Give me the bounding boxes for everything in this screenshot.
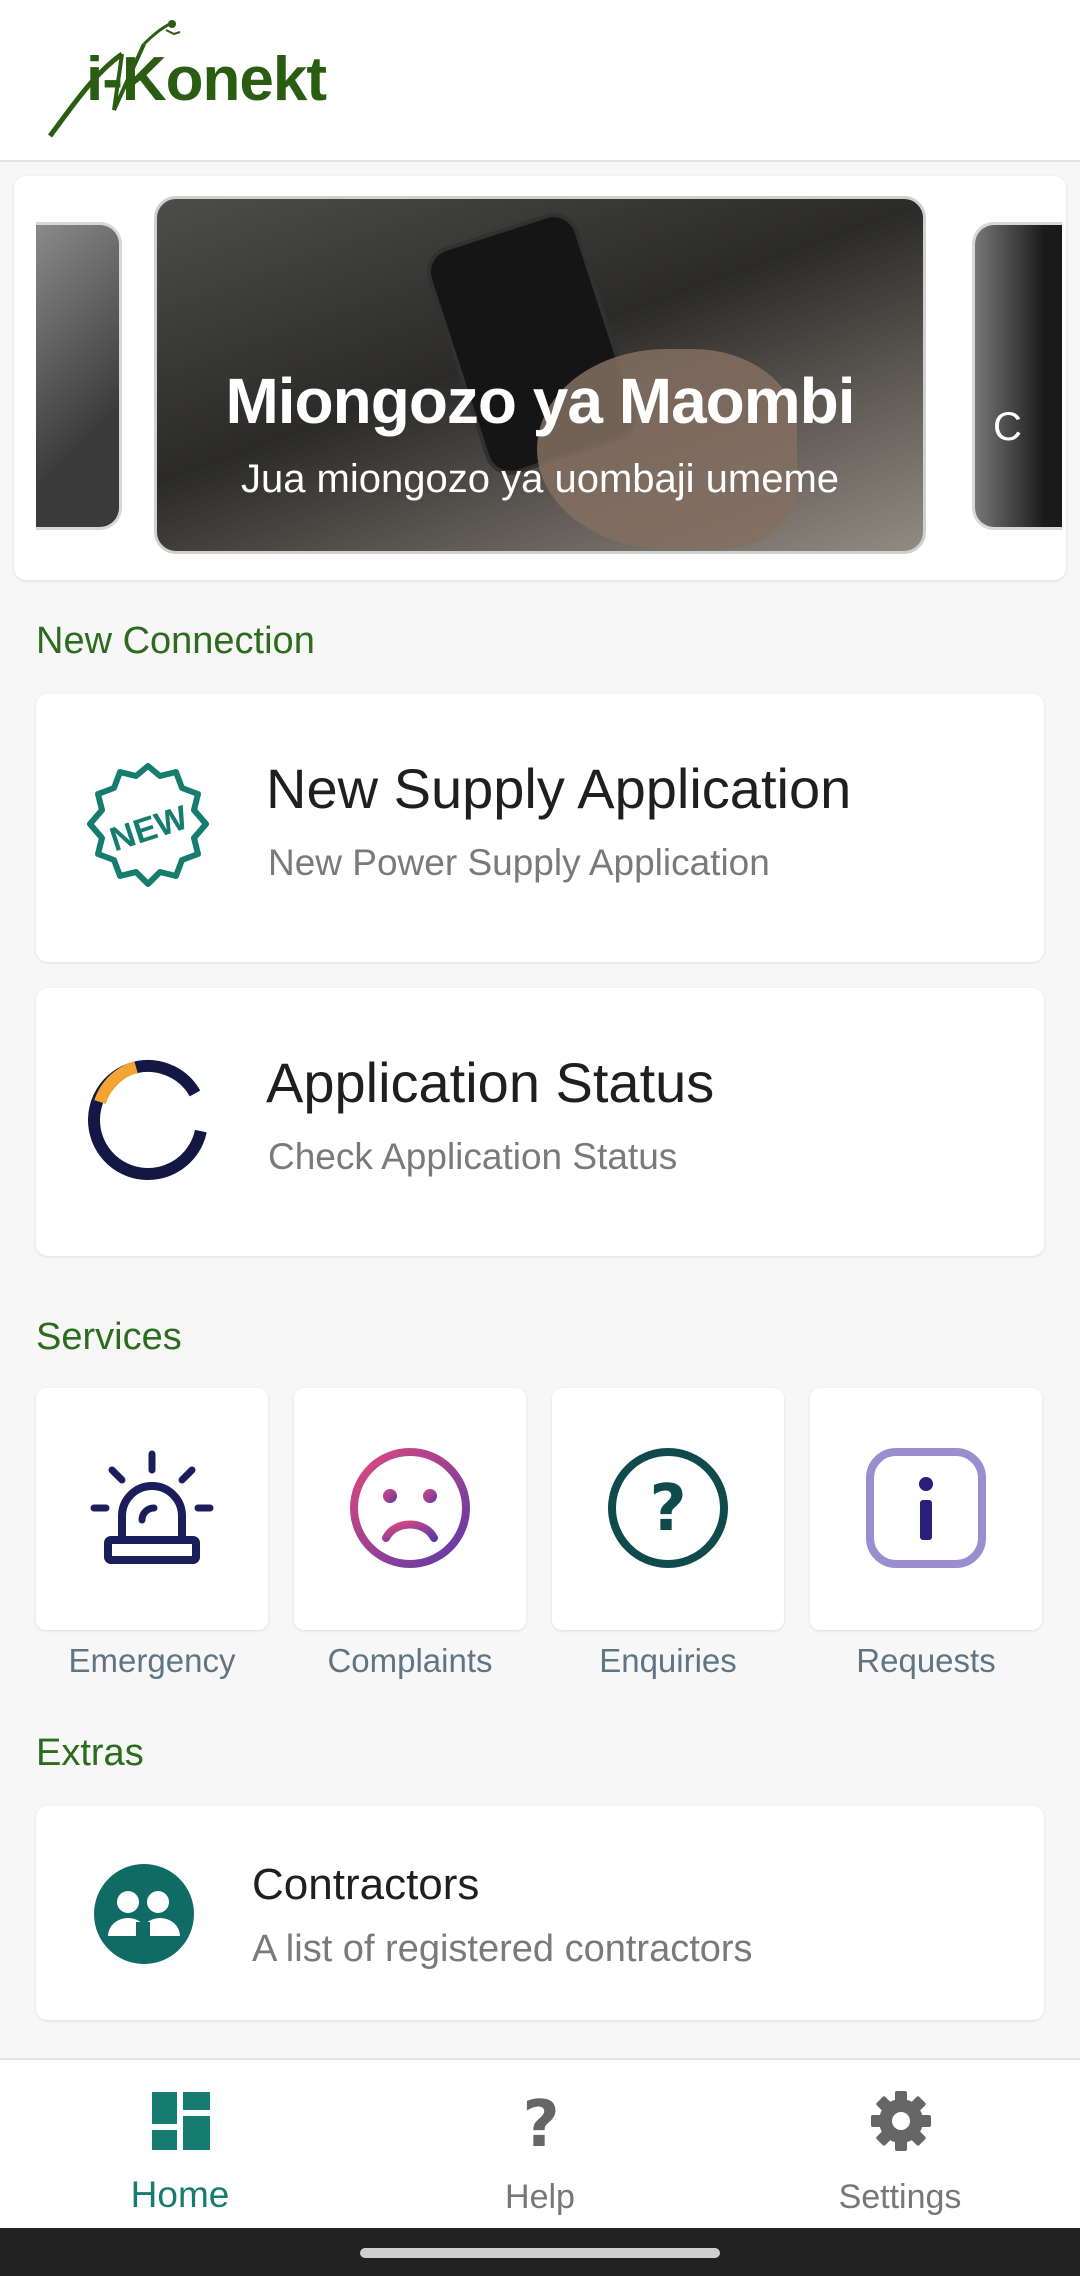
dashboard-icon bbox=[152, 2092, 210, 2150]
svg-text:?: ? bbox=[649, 1472, 686, 1546]
service-label-emergency: Emergency bbox=[68, 1642, 236, 1679]
info-icon bbox=[866, 1448, 986, 1568]
new-supply-application-card[interactable]: NEW New Supply Application New Power Sup… bbox=[36, 694, 1044, 962]
slide-subtitle: Jua miongozo ya uombaji umeme bbox=[240, 457, 840, 501]
system-navigation-bar bbox=[0, 2228, 1080, 2276]
nav-label-home: Home bbox=[130, 2174, 230, 2215]
service-label-complaints: Complaints bbox=[327, 1642, 493, 1679]
service-tile-complaints[interactable] bbox=[294, 1388, 526, 1630]
logo-text: i-Konekt bbox=[86, 45, 327, 114]
nav-item-help[interactable]: ? Help bbox=[360, 2060, 720, 2230]
nav-label-settings: Settings bbox=[838, 2178, 962, 2216]
service-tile-enquiries[interactable]: ? bbox=[552, 1388, 784, 1630]
section-title-services: Services bbox=[36, 1316, 182, 1358]
siren-icon bbox=[90, 1450, 214, 1564]
card-title: Contractors bbox=[252, 1860, 480, 1909]
app-header: i-Konekt bbox=[0, 0, 1080, 162]
svg-text:?: ? bbox=[522, 2090, 559, 2152]
slide-next-title: C bbox=[993, 405, 1022, 449]
card-title: New Supply Application bbox=[266, 757, 852, 820]
service-tile-requests[interactable] bbox=[810, 1388, 1042, 1630]
carousel-slide-next[interactable]: C bbox=[972, 222, 1062, 530]
status-ring-icon bbox=[88, 1060, 208, 1180]
question-icon: ? bbox=[608, 1448, 728, 1568]
sad-face-icon bbox=[350, 1448, 470, 1568]
card-subtitle: Check Application Status bbox=[268, 1136, 678, 1177]
carousel-slide-current[interactable]: Miongozo ya Maombi Jua miongozo ya uomba… bbox=[154, 196, 926, 554]
svg-text:NEW: NEW bbox=[105, 798, 193, 859]
section-title-new-connection: New Connection bbox=[36, 620, 315, 662]
nav-item-home[interactable]: Home bbox=[0, 2060, 360, 2230]
contractors-card[interactable]: Contractors A list of registered contrac… bbox=[36, 1806, 1044, 2020]
banner-carousel[interactable]: Miongozo ya Maombi Jua miongozo ya uomba… bbox=[14, 176, 1066, 580]
nav-label-help: Help bbox=[505, 2178, 575, 2216]
card-title: Application Status bbox=[266, 1051, 715, 1114]
card-subtitle: A list of registered contractors bbox=[252, 1928, 753, 1970]
service-label-enquiries: Enquiries bbox=[599, 1642, 737, 1679]
help-icon: ? bbox=[522, 2090, 559, 2152]
nav-item-settings[interactable]: Settings bbox=[720, 2060, 1080, 2230]
card-subtitle: New Power Supply Application bbox=[268, 842, 770, 883]
bottom-navigation: Home ? Help Settings bbox=[0, 2058, 1080, 2228]
service-label-requests: Requests bbox=[856, 1642, 996, 1679]
gear-icon bbox=[871, 2091, 931, 2151]
home-gesture-handle[interactable] bbox=[360, 2248, 720, 2258]
people-icon bbox=[94, 1864, 194, 1964]
section-title-extras: Extras bbox=[36, 1732, 144, 1774]
application-status-card[interactable]: Application Status Check Application Sta… bbox=[36, 988, 1044, 1256]
slide-title: Miongozo ya Maombi bbox=[225, 365, 855, 437]
new-badge-icon: NEW bbox=[87, 763, 209, 887]
service-tile-emergency[interactable] bbox=[36, 1388, 268, 1630]
carousel-slide-previous[interactable] bbox=[36, 222, 122, 530]
